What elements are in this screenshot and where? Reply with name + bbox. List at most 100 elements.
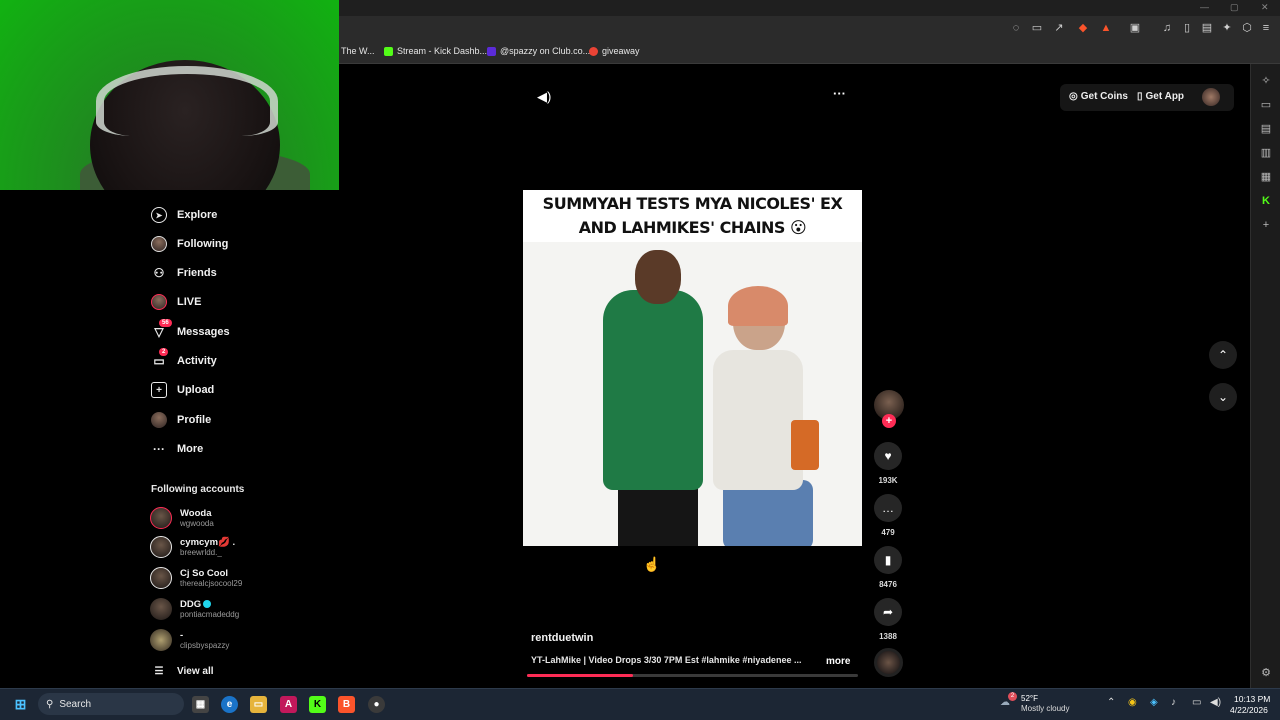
get-app-button[interactable]: ▯ Get App bbox=[1137, 91, 1184, 102]
account-item[interactable]: Cj So Cool therealcjsocool29 bbox=[150, 565, 242, 591]
weather-description: Mostly cloudy bbox=[1021, 704, 1070, 713]
share-action[interactable]: ➦ 1388 bbox=[874, 598, 902, 641]
vpn-icon[interactable]: ⬡ bbox=[1241, 22, 1253, 34]
get-coins-button[interactable]: ◎ Get Coins bbox=[1069, 91, 1128, 102]
share-icon[interactable]: ↗ bbox=[1053, 22, 1065, 34]
wallet-icon[interactable]: ▤ bbox=[1201, 22, 1213, 34]
menu-icon[interactable]: ≡ bbox=[1260, 22, 1272, 34]
nav-item-profile[interactable]: Profile bbox=[151, 409, 211, 431]
kick-panel-icon[interactable]: K bbox=[1259, 194, 1273, 208]
app-icon[interactable]: A bbox=[280, 696, 297, 713]
follow-plus-icon[interactable]: + bbox=[882, 414, 896, 428]
view-all-link[interactable]: ☰ View all bbox=[151, 660, 214, 682]
nav-item-upload[interactable]: + Upload bbox=[151, 379, 214, 401]
account-item[interactable]: DDG pontiacmadeddg bbox=[150, 596, 239, 622]
account-item[interactable]: Wooda wgwooda bbox=[150, 505, 214, 531]
bookmarks-panel-icon[interactable]: ▥ bbox=[1259, 146, 1273, 160]
network-icon[interactable]: ▭ bbox=[1192, 697, 1201, 708]
nav-item-live[interactable]: LIVE bbox=[151, 291, 201, 313]
cast-icon[interactable]: ▭ bbox=[1031, 22, 1043, 34]
get-app-label: Get App bbox=[1145, 91, 1185, 102]
wallet-panel-icon[interactable]: ▤ bbox=[1259, 122, 1273, 136]
taskbar-search[interactable]: ⚲ Search bbox=[38, 693, 184, 715]
nav-item-messages[interactable]: ▽ 56 Messages bbox=[151, 319, 230, 343]
comment-icon[interactable]: … bbox=[874, 494, 902, 522]
bookmark-label: giveaway bbox=[602, 46, 640, 56]
bookmark-icon[interactable]: ▮ bbox=[874, 546, 902, 574]
nav-item-following[interactable]: Following bbox=[151, 233, 228, 255]
music-disc[interactable] bbox=[874, 648, 903, 677]
sidebar-toggle-icon[interactable]: ▯ bbox=[1181, 22, 1193, 34]
leo-ai-icon[interactable]: ✦ bbox=[1221, 22, 1233, 34]
tray-app-icon[interactable]: ◉ bbox=[1128, 697, 1137, 708]
clock-time[interactable]: 10:13 PM bbox=[1234, 694, 1270, 704]
brave-shield-icon[interactable]: ◆ bbox=[1077, 22, 1089, 34]
account-name: cymcym💋 . bbox=[180, 537, 236, 548]
microphone-icon[interactable]: ♪ bbox=[1171, 697, 1176, 708]
clock-date[interactable]: 4/22/2026 bbox=[1230, 705, 1268, 715]
restore-icon[interactable]: ▢ bbox=[1230, 2, 1239, 13]
obs-icon[interactable]: ● bbox=[368, 696, 385, 713]
heart-icon[interactable]: ♥ bbox=[874, 442, 902, 470]
next-video-button[interactable]: ⌄ bbox=[1209, 383, 1237, 411]
weather-temperature: 52°F bbox=[1021, 694, 1038, 703]
add-panel-icon[interactable]: + bbox=[1259, 218, 1273, 232]
media-icon[interactable]: ♫ bbox=[1161, 22, 1173, 34]
nav-label: Explore bbox=[177, 209, 218, 221]
reading-list-icon[interactable]: ▦ bbox=[1259, 170, 1273, 184]
bookmark-item[interactable]: giveaway bbox=[589, 46, 640, 56]
tray-overflow-icon[interactable]: ⌃ bbox=[1107, 697, 1115, 708]
comment-action[interactable]: … 479 bbox=[874, 494, 902, 537]
account-item[interactable]: - clipsbyspazzy bbox=[150, 627, 229, 653]
video-figure bbox=[791, 420, 819, 470]
file-explorer-icon[interactable]: ▭ bbox=[250, 696, 267, 713]
volume-icon[interactable]: ◀) bbox=[537, 89, 551, 105]
kick-taskbar-icon[interactable]: K bbox=[309, 696, 326, 713]
reader-off-icon[interactable]: ◌ bbox=[1010, 22, 1022, 34]
webcam-overlay bbox=[0, 0, 339, 190]
mouse-cursor: ☝ bbox=[643, 556, 661, 572]
previous-video-button[interactable]: ⌃ bbox=[1209, 341, 1237, 369]
caption-more-link[interactable]: more bbox=[826, 656, 850, 667]
player-icon[interactable]: ▭ bbox=[1259, 98, 1273, 112]
video-title-overlay: SUMMYAH TESTS MYA NICOLES' EX AND LAHMIK… bbox=[523, 190, 862, 242]
account-item[interactable]: cymcym💋 . breewrldd._ bbox=[150, 534, 235, 560]
nav-item-activity[interactable]: ▭ 2 Activity bbox=[151, 348, 217, 372]
edge-icon[interactable]: e bbox=[221, 696, 238, 713]
account-handle: pontiacmadeddg bbox=[180, 610, 240, 619]
leo-icon[interactable]: ✧ bbox=[1259, 74, 1273, 88]
more-options-icon[interactable]: ··· bbox=[833, 86, 846, 101]
minimize-icon[interactable]: — bbox=[1200, 2, 1209, 12]
profile-icon bbox=[151, 412, 167, 428]
bookmark-item[interactable]: The W... bbox=[341, 46, 375, 56]
account-handle: wgwooda bbox=[180, 519, 214, 528]
search-icon: ⚲ bbox=[46, 698, 54, 710]
comment-count: 479 bbox=[881, 528, 895, 537]
following-icon bbox=[151, 236, 167, 252]
video-figure bbox=[635, 250, 681, 304]
messages-badge: 56 bbox=[159, 319, 172, 327]
nav-item-more[interactable]: ··· More bbox=[151, 438, 203, 460]
user-avatar[interactable] bbox=[1202, 88, 1220, 106]
like-action[interactable]: ♥ 193K bbox=[874, 442, 902, 485]
tab-search-icon[interactable]: ▣ bbox=[1129, 22, 1141, 34]
close-icon[interactable]: ✕ bbox=[1261, 2, 1269, 13]
video-player[interactable]: SUMMYAH TESTS MYA NICOLES' EX AND LAHMIK… bbox=[523, 190, 862, 546]
nav-item-explore[interactable]: ➤ Explore bbox=[151, 204, 217, 226]
tray-app-icon[interactable]: ◈ bbox=[1150, 697, 1158, 708]
upload-icon: + bbox=[151, 382, 167, 398]
bookmark-label: @spazzy on Club.co... bbox=[500, 46, 591, 56]
speaker-icon[interactable]: ◀) bbox=[1210, 697, 1221, 708]
bookmark-item[interactable]: Stream - Kick Dashb... bbox=[384, 46, 487, 56]
settings-icon[interactable]: ⚙ bbox=[1259, 666, 1273, 680]
brave-rewards-icon[interactable]: ▲ bbox=[1100, 22, 1112, 34]
nav-item-friends[interactable]: ⚇ Friends bbox=[151, 262, 217, 284]
bookmark-item[interactable]: @spazzy on Club.co... bbox=[487, 46, 590, 56]
brave-icon[interactable]: B bbox=[338, 696, 355, 713]
task-view-icon[interactable]: ▦ bbox=[192, 696, 209, 713]
share-arrow-icon[interactable]: ➦ bbox=[874, 598, 902, 626]
windows-start-icon[interactable]: ⊞ bbox=[12, 696, 29, 713]
weather-badge: 2 bbox=[1008, 692, 1017, 701]
save-action[interactable]: ▮ 8476 bbox=[874, 546, 902, 589]
video-username[interactable]: rentduetwin bbox=[531, 632, 593, 644]
